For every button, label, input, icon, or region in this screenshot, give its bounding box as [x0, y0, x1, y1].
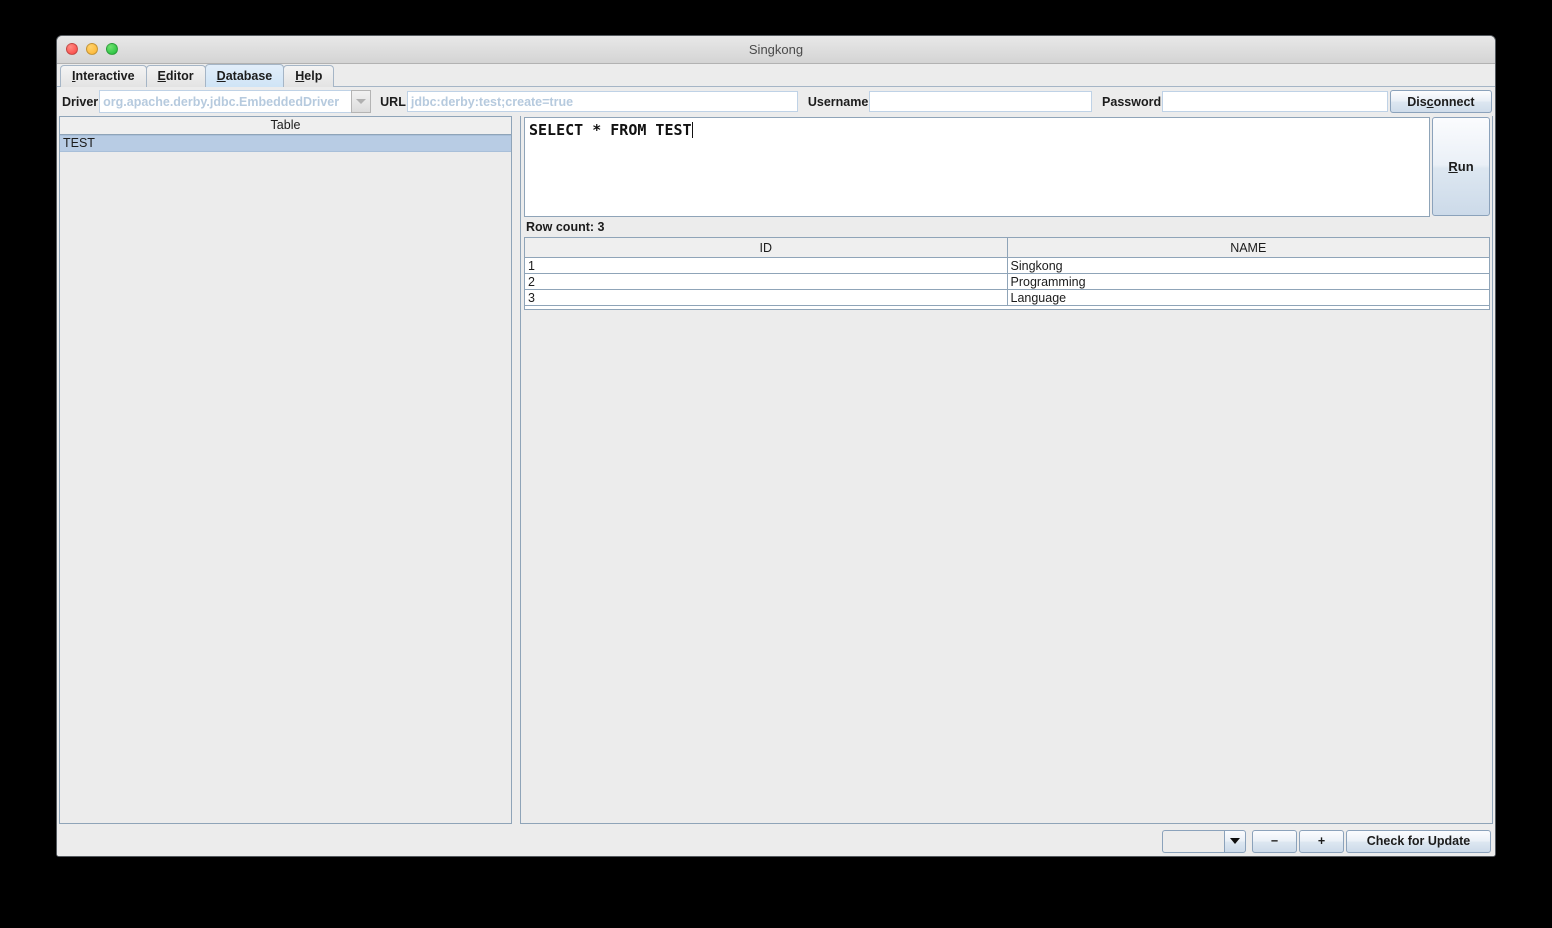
- tab-database-label: atabase: [225, 69, 273, 83]
- results-table-filler: [524, 306, 1490, 310]
- results-table-wrapper: ID NAME 1 Singkong 2 Programming 3 Langu…: [524, 237, 1490, 823]
- tab-interactive-label: nteractive: [75, 69, 135, 83]
- results-table: ID NAME 1 Singkong 2 Programming 3 Langu…: [524, 237, 1490, 306]
- editor-row: SELECT * FROM TEST Run: [521, 116, 1492, 217]
- decrease-font-button[interactable]: −: [1252, 829, 1297, 853]
- driver-label: Driver: [62, 94, 99, 109]
- minimize-icon[interactable]: [86, 43, 98, 55]
- sql-editor[interactable]: SELECT * FROM TEST: [524, 117, 1430, 217]
- table-row[interactable]: 2 Programming: [524, 273, 1490, 290]
- table-list-panel: Table TEST: [59, 116, 512, 824]
- cell-id[interactable]: 3: [524, 289, 1008, 306]
- status-combobox[interactable]: [1162, 829, 1246, 853]
- tab-editor-label: ditor: [165, 69, 194, 83]
- driver-combobox[interactable]: org.apache.derby.jdbc.EmbeddedDriver: [99, 90, 372, 113]
- tab-interactive[interactable]: Interactive: [60, 65, 147, 87]
- cell-name[interactable]: Language: [1006, 289, 1490, 306]
- list-item[interactable]: TEST: [60, 135, 511, 152]
- driver-input[interactable]: org.apache.derby.jdbc.EmbeddedDriver: [99, 90, 352, 113]
- row-count-label: Row count: 3: [521, 217, 1492, 237]
- username-input[interactable]: [869, 91, 1093, 112]
- table-list-column-header[interactable]: Table: [60, 117, 511, 135]
- window-title: Singkong: [748, 42, 804, 57]
- tab-help-label: elp: [304, 69, 323, 83]
- close-icon[interactable]: [66, 43, 78, 55]
- chevron-down-icon[interactable]: [351, 90, 372, 113]
- cell-name[interactable]: Programming: [1006, 273, 1490, 290]
- connection-toolbar: Driver org.apache.derby.jdbc.EmbeddedDri…: [57, 87, 1495, 116]
- cell-name[interactable]: Singkong: [1006, 257, 1490, 274]
- run-button[interactable]: Run: [1432, 117, 1490, 216]
- disconnect-button[interactable]: Dis c onnect: [1389, 90, 1492, 113]
- tab-bar: Interactive Editor Database Help: [57, 64, 1495, 87]
- username-label: Username: [807, 94, 869, 109]
- chevron-down-icon[interactable]: [1224, 829, 1246, 853]
- table-row[interactable]: 1 Singkong: [524, 257, 1490, 274]
- check-for-update-button[interactable]: Check for Update: [1346, 829, 1491, 853]
- column-header-id[interactable]: ID: [524, 237, 1008, 258]
- main-split-pane: Table TEST SELECT * FROM TEST Run Row co…: [57, 116, 1495, 826]
- window-controls: [66, 43, 118, 55]
- results-header-row: ID NAME: [524, 237, 1490, 258]
- text-caret: [691, 122, 693, 138]
- tab-help[interactable]: Help: [283, 65, 335, 87]
- url-label: URL: [380, 94, 406, 109]
- application-window: Singkong Interactive Editor Database Hel…: [56, 35, 1496, 857]
- column-header-name[interactable]: NAME: [1006, 237, 1490, 258]
- cell-id[interactable]: 2: [524, 273, 1008, 290]
- url-input[interactable]: jdbc:derby:test;create=true: [406, 91, 798, 112]
- status-combobox-value[interactable]: [1162, 829, 1224, 853]
- tab-editor[interactable]: Editor: [145, 65, 206, 87]
- split-divider[interactable]: [512, 116, 520, 826]
- query-panel: SELECT * FROM TEST Run Row count: 3 ID N…: [520, 116, 1493, 824]
- sql-text: SELECT * FROM TEST: [529, 121, 692, 139]
- increase-font-button[interactable]: +: [1299, 829, 1344, 853]
- status-bar: − + Check for Update: [57, 826, 1495, 856]
- table-list[interactable]: TEST: [60, 135, 511, 823]
- cell-id[interactable]: 1: [524, 257, 1008, 274]
- table-row[interactable]: 3 Language: [524, 289, 1490, 306]
- maximize-icon[interactable]: [106, 43, 118, 55]
- password-label: Password: [1102, 94, 1162, 109]
- title-bar: Singkong: [57, 36, 1495, 64]
- tab-database[interactable]: Database: [204, 64, 285, 87]
- password-input[interactable]: [1162, 91, 1388, 112]
